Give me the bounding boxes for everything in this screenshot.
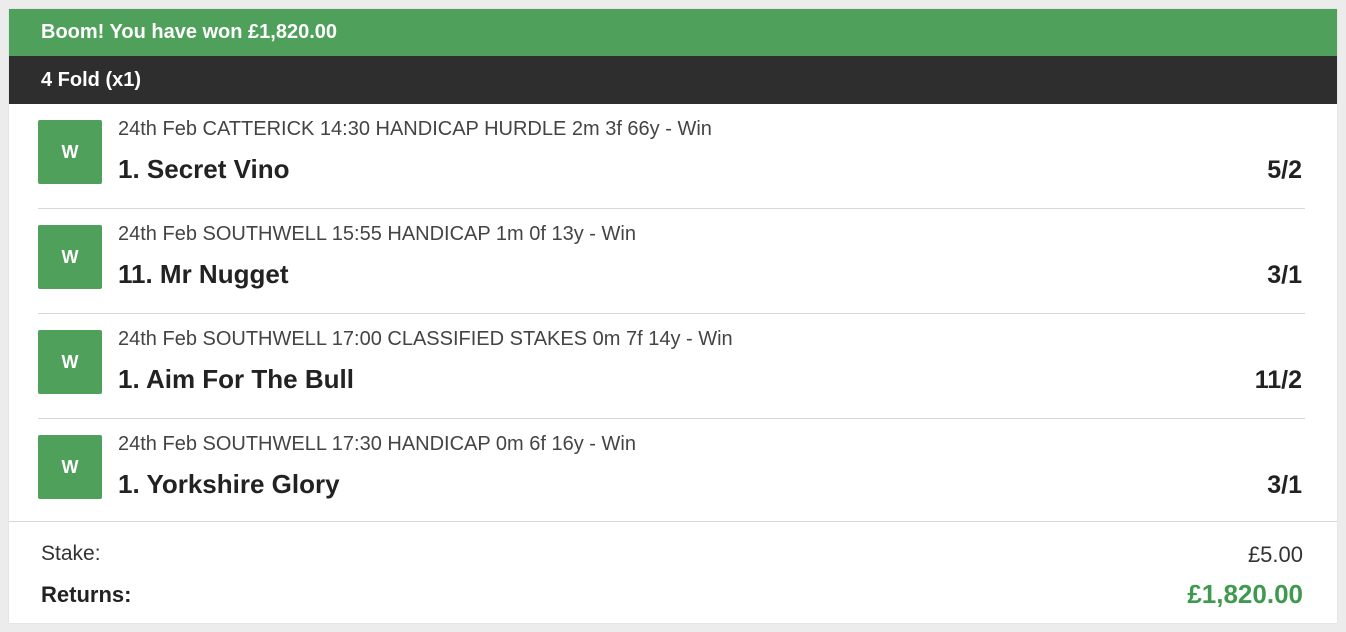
- bet-type-header: 4 Fold (x1): [9, 56, 1337, 104]
- runner-name: 1. Secret Vino: [118, 154, 290, 184]
- odds-value: 5/2: [1267, 156, 1302, 184]
- win-result-badge: W: [38, 435, 102, 499]
- bet-receipt-card: Boom! You have won £1,820.00 4 Fold (x1)…: [9, 9, 1337, 623]
- stake-label: Stake:: [41, 542, 101, 565]
- runner-name: 1. Aim For The Bull: [118, 364, 354, 394]
- bet-summary: Stake: £5.00 Returns: £1,820.00: [9, 521, 1337, 624]
- selection-row: W 24th Feb SOUTHWELL 17:00 CLASSIFIED ST…: [38, 314, 1305, 419]
- selection-row: W 24th Feb SOUTHWELL 17:30 HANDICAP 0m 6…: [38, 419, 1305, 523]
- event-description: 24th Feb SOUTHWELL 15:55 HANDICAP 1m 0f …: [118, 223, 636, 245]
- stake-value: £5.00: [1247, 542, 1303, 567]
- win-result-badge: W: [38, 120, 102, 184]
- odds-value: 3/1: [1267, 261, 1302, 289]
- event-description: 24th Feb CATTERICK 14:30 HANDICAP HURDLE…: [118, 118, 712, 140]
- returns-label: Returns:: [41, 582, 132, 607]
- runner-name: 11. Mr Nugget: [118, 259, 289, 289]
- odds-value: 11/2: [1254, 366, 1302, 394]
- event-description: 24th Feb SOUTHWELL 17:30 HANDICAP 0m 6f …: [118, 433, 636, 455]
- selections-list: W 24th Feb CATTERICK 14:30 HANDICAP HURD…: [9, 104, 1337, 523]
- selection-row: W 24th Feb SOUTHWELL 15:55 HANDICAP 1m 0…: [38, 209, 1305, 314]
- selection-row: W 24th Feb CATTERICK 14:30 HANDICAP HURD…: [38, 104, 1305, 209]
- returns-value: £1,820.00: [1187, 579, 1303, 609]
- win-banner: Boom! You have won £1,820.00: [9, 9, 1337, 56]
- runner-name: 1. Yorkshire Glory: [118, 469, 340, 499]
- odds-value: 3/1: [1267, 471, 1302, 499]
- win-result-badge: W: [38, 225, 102, 289]
- event-description: 24th Feb SOUTHWELL 17:00 CLASSIFIED STAK…: [118, 328, 733, 350]
- win-result-badge: W: [38, 330, 102, 394]
